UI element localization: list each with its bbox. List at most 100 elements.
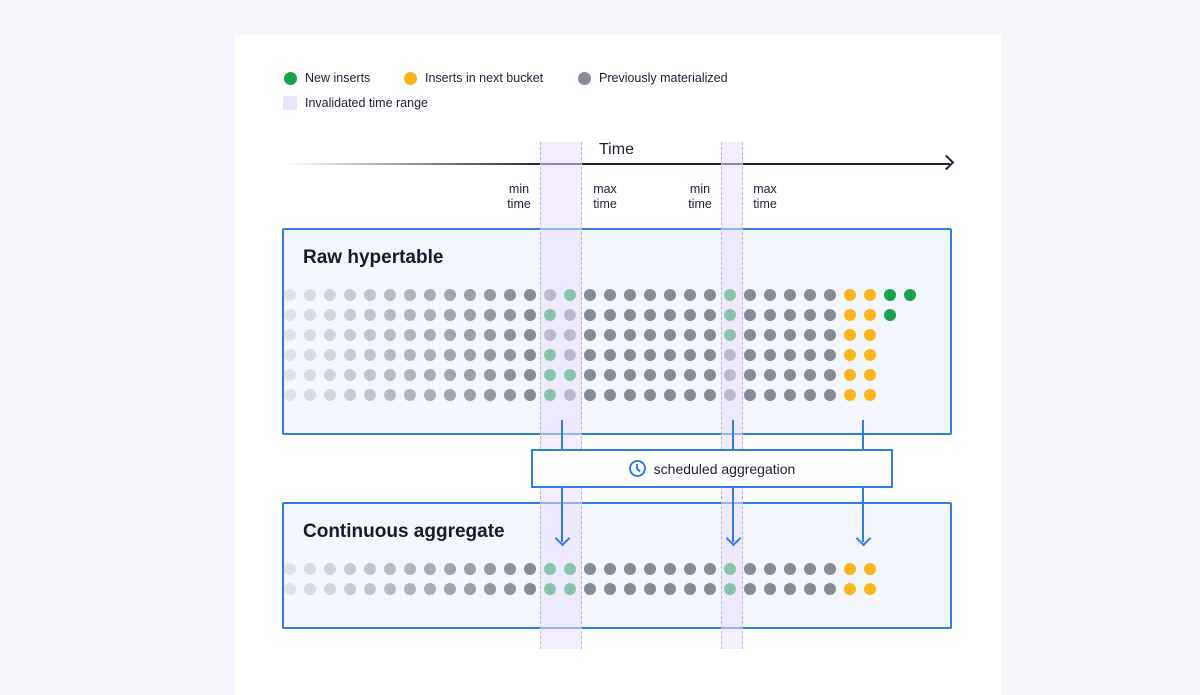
materialized-dot	[644, 329, 656, 341]
materialized-dot	[784, 349, 796, 361]
materialized-dot	[304, 329, 316, 341]
materialized-dot	[504, 369, 516, 381]
materialized-dot	[544, 329, 556, 341]
materialized-dot	[484, 583, 496, 595]
materialized-dot	[324, 309, 336, 321]
materialized-dot	[524, 309, 536, 321]
materialized-dot	[284, 309, 296, 321]
materialized-dot	[324, 329, 336, 341]
materialized-dot	[764, 289, 776, 301]
materialized-dot	[344, 309, 356, 321]
materialized-dot	[664, 289, 676, 301]
materialized-dot	[704, 329, 716, 341]
materialized-dot	[724, 349, 736, 361]
time-axis-label: Time	[599, 141, 634, 158]
materialized-dot	[284, 349, 296, 361]
materialized-dot	[364, 563, 376, 575]
materialized-dot	[384, 389, 396, 401]
materialized-dot	[704, 389, 716, 401]
materialized-dot	[764, 309, 776, 321]
materialized-dot	[784, 329, 796, 341]
materialized-dot	[464, 289, 476, 301]
next-bucket-dot	[844, 583, 856, 595]
materialized-dot	[604, 349, 616, 361]
materialized-dot	[364, 309, 376, 321]
materialized-dot	[344, 369, 356, 381]
new-insert-dot	[884, 289, 896, 301]
new-insert-dot	[544, 349, 556, 361]
materialized-dot	[524, 329, 536, 341]
materialized-dot	[664, 329, 676, 341]
materialized-dot	[364, 329, 376, 341]
next-bucket-dot	[864, 369, 876, 381]
raw-hypertable-dots	[284, 230, 950, 433]
materialized-dot	[304, 289, 316, 301]
materialized-dot	[304, 349, 316, 361]
materialized-dot	[404, 563, 416, 575]
materialized-dot	[744, 289, 756, 301]
materialized-dot	[564, 329, 576, 341]
materialized-dot	[624, 389, 636, 401]
min-time-label-1: min time	[507, 182, 531, 211]
materialized-dot	[824, 309, 836, 321]
materialized-dot	[624, 309, 636, 321]
materialized-dot	[384, 583, 396, 595]
materialized-dot	[424, 563, 436, 575]
materialized-dot	[464, 329, 476, 341]
materialized-dot	[384, 563, 396, 575]
materialized-dot	[484, 369, 496, 381]
materialized-dot	[484, 389, 496, 401]
new-insert-dot	[544, 369, 556, 381]
legend-new-inserts: New inserts	[284, 71, 370, 85]
materialized-dot	[404, 369, 416, 381]
materialized-dot	[484, 349, 496, 361]
materialized-dot	[764, 389, 776, 401]
materialized-dot	[364, 389, 376, 401]
materialized-dot	[284, 289, 296, 301]
materialized-dot	[824, 289, 836, 301]
continuous-aggregate-box: Continuous aggregate	[282, 502, 952, 629]
legend-next-bucket: Inserts in next bucket	[404, 71, 543, 85]
materialized-dot	[444, 289, 456, 301]
materialized-dot	[804, 583, 816, 595]
materialized-dot	[284, 389, 296, 401]
materialized-dot	[504, 563, 516, 575]
materialized-dot	[604, 563, 616, 575]
materialized-dot	[764, 563, 776, 575]
materialized-dot	[664, 583, 676, 595]
materialized-dot	[584, 329, 596, 341]
materialized-dot	[664, 349, 676, 361]
materialized-dot	[804, 389, 816, 401]
max-time-label-1: max time	[593, 182, 617, 211]
green-dot-icon	[284, 71, 297, 85]
materialized-dot	[284, 583, 296, 595]
materialized-dot	[524, 389, 536, 401]
next-bucket-dot	[844, 563, 856, 575]
new-insert-dot	[564, 563, 576, 575]
materialized-dot	[624, 583, 636, 595]
materialized-dot	[404, 349, 416, 361]
materialized-dot	[564, 349, 576, 361]
materialized-dot	[764, 329, 776, 341]
materialized-dot	[684, 583, 696, 595]
materialized-dot	[644, 309, 656, 321]
materialized-dot	[384, 289, 396, 301]
materialized-dot	[484, 563, 496, 575]
materialized-dot	[364, 369, 376, 381]
materialized-dot	[304, 369, 316, 381]
materialized-dot	[644, 389, 656, 401]
materialized-dot	[304, 389, 316, 401]
materialized-dot	[444, 349, 456, 361]
materialized-dot	[784, 289, 796, 301]
next-bucket-dot	[864, 329, 876, 341]
materialized-dot	[764, 349, 776, 361]
materialized-dot	[704, 369, 716, 381]
materialized-dot	[424, 289, 436, 301]
new-insert-dot	[544, 583, 556, 595]
materialized-dot	[764, 369, 776, 381]
next-bucket-dot	[864, 349, 876, 361]
materialized-dot	[824, 389, 836, 401]
materialized-dot	[584, 289, 596, 301]
materialized-dot	[524, 583, 536, 595]
materialized-dot	[404, 583, 416, 595]
